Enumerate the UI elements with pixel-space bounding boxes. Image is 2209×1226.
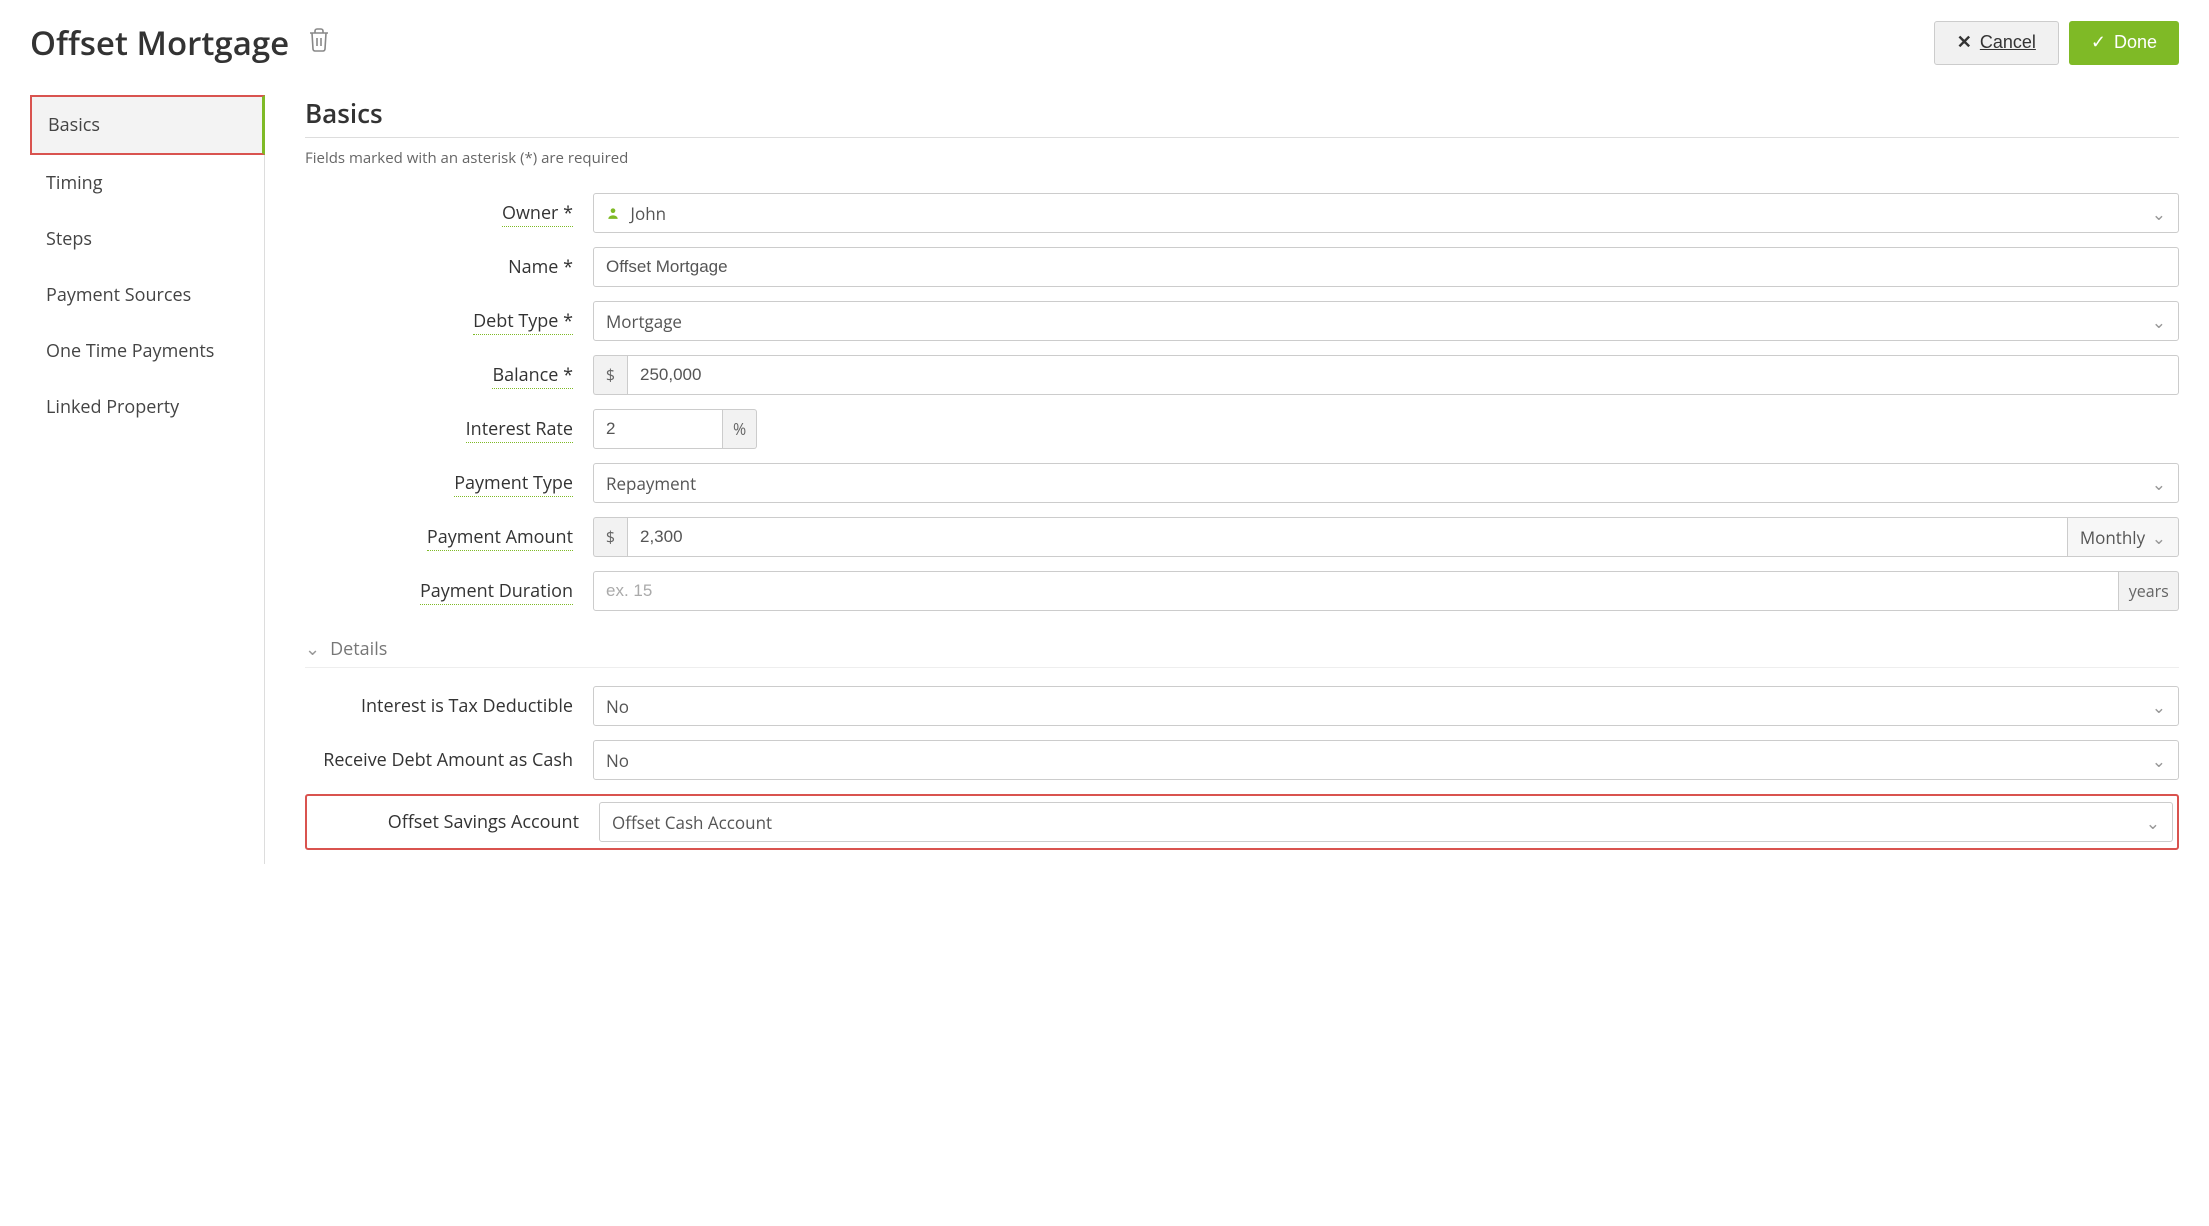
currency-prefix: $: [593, 517, 627, 557]
debt-type-value: Mortgage: [606, 310, 682, 333]
sidebar-item-linked-property[interactable]: Linked Property: [30, 379, 264, 435]
form-row-interest-rate: Interest Rate %: [305, 409, 2179, 449]
name-input[interactable]: [593, 247, 2179, 287]
helper-text: Fields marked with an asterisk (*) are r…: [305, 148, 2179, 168]
form-row-balance: Balance * $: [305, 355, 2179, 395]
body: Basics Timing Steps Payment Sources One …: [30, 95, 2179, 864]
payment-amount-input[interactable]: [627, 517, 2068, 557]
label-payment-amount: Payment Amount: [305, 525, 593, 549]
form-row-payment-amount: Payment Amount $ Monthly ⌄: [305, 517, 2179, 557]
label-balance: Balance *: [305, 363, 593, 387]
details-label: Details: [330, 637, 387, 661]
payment-type-select[interactable]: Repayment ⌄: [593, 463, 2179, 503]
chevron-down-icon: ⌄: [2146, 811, 2160, 834]
header-left: Offset Mortgage: [30, 20, 331, 65]
chevron-down-icon: ⌄: [2152, 526, 2166, 549]
check-icon: ✓: [2091, 32, 2106, 53]
sidebar-item-label: Basics: [48, 113, 100, 137]
sidebar-item-label: Linked Property: [46, 395, 179, 419]
balance-input[interactable]: [627, 355, 2179, 395]
label-offset-savings: Offset Savings Account: [311, 810, 599, 834]
label-owner: Owner *: [305, 201, 593, 225]
receive-debt-cash-select[interactable]: No ⌄: [593, 740, 2179, 780]
owner-select[interactable]: John ⌄: [593, 193, 2179, 233]
header: Offset Mortgage ✕ Cancel ✓ Done: [30, 20, 2179, 65]
cancel-button-label: Cancel: [1980, 32, 2036, 53]
details-toggle[interactable]: ⌄ Details: [305, 637, 2179, 668]
owner-value: John: [630, 202, 666, 225]
interest-tax-deductible-select[interactable]: No ⌄: [593, 686, 2179, 726]
payment-duration-input[interactable]: [593, 571, 2119, 611]
header-buttons: ✕ Cancel ✓ Done: [1934, 21, 2179, 65]
chevron-down-icon: ⌄: [305, 637, 320, 661]
label-payment-duration: Payment Duration: [305, 579, 593, 603]
page-title: Offset Mortgage: [30, 20, 289, 65]
offset-savings-select[interactable]: Offset Cash Account ⌄: [599, 802, 2173, 842]
person-icon: [606, 202, 624, 225]
chevron-down-icon: ⌄: [2152, 749, 2166, 772]
label-name: Name *: [305, 255, 593, 279]
main-panel: Basics Fields marked with an asterisk (*…: [285, 95, 2179, 864]
sidebar-item-steps[interactable]: Steps: [30, 211, 264, 267]
label-debt-type: Debt Type *: [305, 309, 593, 333]
trash-icon[interactable]: [307, 27, 331, 58]
debt-type-select[interactable]: Mortgage ⌄: [593, 301, 2179, 341]
sidebar-item-basics[interactable]: Basics: [30, 95, 265, 155]
chevron-down-icon: ⌄: [2152, 695, 2166, 718]
chevron-down-icon: ⌄: [2152, 202, 2166, 225]
chevron-down-icon: ⌄: [2152, 310, 2166, 333]
sidebar-item-one-time-payments[interactable]: One Time Payments: [30, 323, 264, 379]
sidebar-item-label: One Time Payments: [46, 339, 214, 363]
label-interest-tax-deductible: Interest is Tax Deductible: [305, 694, 593, 718]
cancel-button[interactable]: ✕ Cancel: [1934, 21, 2059, 65]
interest-tax-deductible-value: No: [606, 695, 629, 718]
years-suffix: years: [2119, 571, 2179, 611]
form-row-interest-tax-deductible: Interest is Tax Deductible No ⌄: [305, 686, 2179, 726]
sidebar-item-label: Timing: [46, 171, 102, 195]
offset-savings-value: Offset Cash Account: [612, 811, 772, 834]
form-row-name: Name *: [305, 247, 2179, 287]
label-receive-debt-cash: Receive Debt Amount as Cash: [305, 748, 593, 772]
form-row-offset-savings: Offset Savings Account Offset Cash Accou…: [305, 794, 2179, 850]
percent-suffix: %: [723, 409, 757, 449]
receive-debt-cash-value: No: [606, 749, 629, 772]
close-icon: ✕: [1957, 32, 1972, 53]
sidebar-item-payment-sources[interactable]: Payment Sources: [30, 267, 264, 323]
form-row-debt-type: Debt Type * Mortgage ⌄: [305, 301, 2179, 341]
sidebar-item-timing[interactable]: Timing: [30, 155, 264, 211]
form-row-payment-duration: Payment Duration years: [305, 571, 2179, 611]
form-row-receive-debt-cash: Receive Debt Amount as Cash No ⌄: [305, 740, 2179, 780]
label-interest-rate: Interest Rate: [305, 417, 593, 441]
done-button[interactable]: ✓ Done: [2069, 21, 2179, 65]
chevron-down-icon: ⌄: [2152, 472, 2166, 495]
form-row-owner: Owner * John ⌄: [305, 193, 2179, 233]
done-button-label: Done: [2114, 32, 2157, 53]
payment-type-value: Repayment: [606, 472, 696, 495]
payment-frequency-value: Monthly: [2080, 526, 2145, 549]
interest-rate-input[interactable]: [593, 409, 723, 449]
label-payment-type: Payment Type: [305, 471, 593, 495]
section-title: Basics: [305, 95, 2179, 138]
sidebar: Basics Timing Steps Payment Sources One …: [30, 95, 265, 864]
payment-frequency-select[interactable]: Monthly ⌄: [2068, 517, 2179, 557]
sidebar-item-label: Steps: [46, 227, 92, 251]
sidebar-item-label: Payment Sources: [46, 283, 191, 307]
form-row-payment-type: Payment Type Repayment ⌄: [305, 463, 2179, 503]
currency-prefix: $: [593, 355, 627, 395]
